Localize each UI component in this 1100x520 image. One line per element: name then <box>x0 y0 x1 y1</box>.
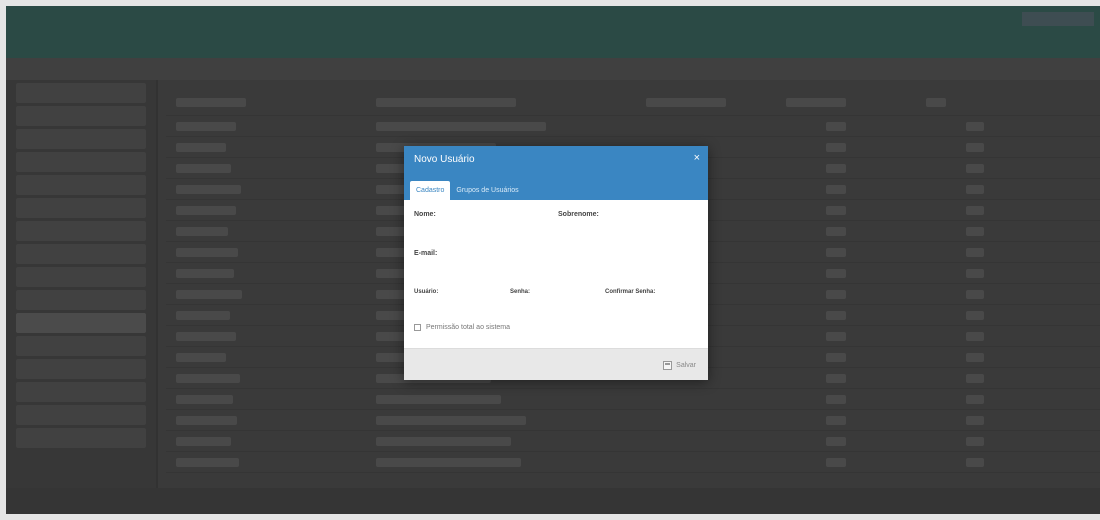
new-user-dialog: Novo Usuário × Cadastro Grupos de Usuári… <box>404 146 708 380</box>
permissao-total-checkbox[interactable] <box>414 324 421 331</box>
tab-cadastro[interactable]: Cadastro <box>410 181 451 200</box>
tab-grupos-de-usuarios[interactable]: Grupos de Usuários <box>450 181 524 200</box>
dialog-body: Nome: Sobrenome: E-mail: Usuário: Senha:… <box>404 200 708 348</box>
save-icon <box>663 360 673 370</box>
sobrenome-input[interactable] <box>558 222 698 238</box>
dialog-header: Novo Usuário × Cadastro Grupos de Usuári… <box>404 146 708 200</box>
dialog-footer: Salvar <box>404 348 708 380</box>
nome-input[interactable] <box>414 222 544 238</box>
email-label: E-mail: <box>414 250 438 257</box>
sobrenome-label: Sobrenome: <box>558 211 599 218</box>
permissao-total-label: Permissão total ao sistema <box>426 324 511 331</box>
nome-label: Nome: <box>414 211 436 218</box>
senha-input[interactable] <box>510 299 590 315</box>
confirmar-senha-input[interactable] <box>605 299 698 315</box>
save-button[interactable]: Salvar <box>663 358 696 372</box>
usuario-input[interactable] <box>414 299 494 315</box>
save-button-label: Salvar <box>676 361 696 369</box>
email-input[interactable] <box>414 261 698 277</box>
dialog-title: Novo Usuário <box>414 154 475 165</box>
close-icon[interactable]: × <box>694 152 700 164</box>
usuario-label: Usuário: <box>414 289 439 295</box>
confirmar-senha-label: Confirmar Senha: <box>605 289 656 295</box>
dialog-tabs: Cadastro Grupos de Usuários <box>410 181 525 200</box>
senha-label: Senha: <box>510 289 531 295</box>
